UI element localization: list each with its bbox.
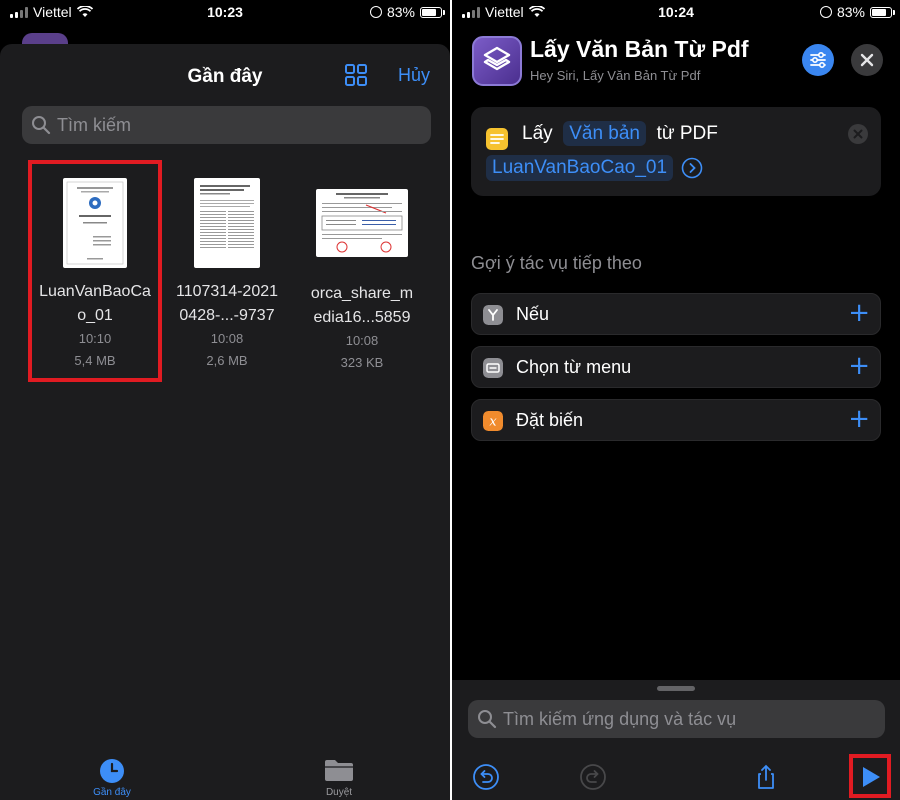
action-line-2: LuanVanBaoCao_01 bbox=[486, 155, 703, 181]
cancel-button[interactable]: Hủy bbox=[398, 65, 430, 86]
suggestion-set-variable[interactable]: x Đặt biến + bbox=[471, 399, 881, 441]
action-line-1: Lấy Văn bản từ PDF bbox=[522, 121, 718, 146]
grid-view-icon[interactable] bbox=[345, 64, 367, 86]
file-size: 2,6 MB bbox=[206, 353, 248, 368]
file-time: 10:08 bbox=[210, 331, 244, 346]
search-field[interactable]: Tìm kiếm bbox=[22, 106, 431, 144]
tab-label: Gần đây bbox=[93, 787, 131, 798]
clock-icon bbox=[100, 759, 124, 783]
file-thumbnail bbox=[316, 189, 408, 257]
menu-icon bbox=[483, 358, 503, 378]
action-verb: Lấy bbox=[522, 123, 553, 144]
search-placeholder: Tìm kiếm bbox=[57, 114, 131, 135]
share-icon bbox=[758, 764, 774, 789]
orientation-lock-icon bbox=[369, 6, 382, 18]
suggestion-if[interactable]: Nếu + bbox=[471, 293, 881, 335]
redo-icon bbox=[580, 764, 606, 790]
suggestion-choose-menu[interactable]: Chọn từ menu + bbox=[471, 346, 881, 388]
search-icon bbox=[32, 116, 51, 135]
status-bar: Viettel 10:24 83% bbox=[452, 0, 900, 26]
suggestion-label: Chọn từ menu bbox=[516, 357, 632, 377]
file-name-line: 1107314-2021 bbox=[175, 283, 279, 300]
battery-group: 83% bbox=[819, 4, 895, 20]
orientation-lock-icon bbox=[819, 6, 832, 18]
shortcut-subtitle: Hey Siri, Lấy Văn Bản Từ Pdf bbox=[530, 68, 701, 83]
selection-highlight-box bbox=[28, 160, 162, 382]
shortcuts-logo-icon bbox=[483, 46, 511, 71]
run-highlight-box bbox=[849, 754, 891, 798]
close-icon bbox=[860, 53, 874, 67]
pdf-source-token[interactable]: LuanVanBaoCao_01 bbox=[486, 155, 674, 181]
svg-text:x: x bbox=[489, 415, 497, 430]
battery-percent: 83% bbox=[836, 4, 865, 20]
actions-search-field[interactable]: Tìm kiếm ứng dụng và tác vụ bbox=[468, 700, 885, 738]
get-text-action-card[interactable]: Lấy Văn bản từ PDF LuanVanBaoCao_01 bbox=[471, 107, 881, 196]
suggestion-label: Đặt biến bbox=[516, 410, 584, 430]
tab-recent[interactable]: Gần đây bbox=[72, 758, 152, 798]
file-time: 10:08 bbox=[345, 333, 379, 348]
editor-toolbar bbox=[452, 754, 900, 800]
sheet-grabber[interactable] bbox=[657, 686, 695, 691]
close-button[interactable] bbox=[851, 44, 883, 76]
share-button[interactable] bbox=[752, 763, 780, 791]
battery-percent: 83% bbox=[386, 4, 415, 20]
file-name-line: 0428-...-9737 bbox=[179, 307, 275, 324]
remove-action-icon[interactable] bbox=[847, 123, 869, 145]
folder-icon bbox=[325, 760, 353, 781]
search-placeholder: Tìm kiếm ứng dụng và tác vụ bbox=[503, 708, 737, 729]
add-suggestion-button[interactable]: + bbox=[848, 351, 870, 381]
text-type-token[interactable]: Văn bản bbox=[563, 121, 646, 146]
shortcut-editor-screen: Viettel 10:24 83% Lấy Văn Bản Từ Pdf Hey… bbox=[452, 0, 900, 800]
files-picker-screen: Viettel 10:23 83% Gần đây Hủy Tìm kiếm L… bbox=[0, 0, 450, 800]
undo-icon bbox=[473, 764, 499, 790]
shortcuts-app-icon[interactable] bbox=[472, 36, 522, 86]
undo-button[interactable] bbox=[472, 763, 500, 791]
file-name: 1107314-2021 0428-...-9737 bbox=[162, 280, 292, 328]
suggestion-label: Nếu bbox=[516, 304, 550, 324]
file-name-line: edia16...5859 bbox=[313, 309, 411, 326]
shortcut-title[interactable]: Lấy Văn Bản Từ Pdf bbox=[530, 36, 749, 63]
redo-button[interactable] bbox=[579, 763, 607, 791]
action-from: từ PDF bbox=[656, 123, 718, 144]
tab-browse[interactable]: Duyệt bbox=[299, 758, 379, 798]
add-suggestion-button[interactable]: + bbox=[848, 298, 870, 328]
file-thumbnail-wrap bbox=[297, 176, 427, 270]
battery-icon bbox=[870, 6, 895, 18]
recent-files-sheet: Gần đây Hủy Tìm kiếm LuanVanBaoCa o_01 1… bbox=[0, 44, 450, 800]
sheet-title: Gần đây bbox=[187, 66, 263, 87]
text-document-icon bbox=[486, 128, 508, 150]
file-thumbnail bbox=[194, 178, 260, 268]
search-icon bbox=[478, 710, 497, 729]
status-bar: Viettel 10:23 83% bbox=[0, 0, 450, 26]
file-item-orca-share-media[interactable]: orca_share_m edia16...5859 10:08 323 KB bbox=[297, 176, 427, 374]
variable-icon: x bbox=[483, 411, 503, 431]
settings-button[interactable] bbox=[802, 44, 834, 76]
suggestions-header: Gợi ý tác vụ tiếp theo bbox=[471, 253, 642, 273]
tab-label: Duyệt bbox=[325, 787, 353, 798]
file-size: 323 KB bbox=[340, 355, 384, 370]
file-name: orca_share_m edia16...5859 bbox=[297, 282, 427, 330]
branch-icon bbox=[483, 305, 503, 325]
chevron-right-circle-icon[interactable] bbox=[681, 157, 703, 179]
file-name-line: orca_share_m bbox=[310, 285, 414, 302]
file-item-1107314[interactable]: 1107314-2021 0428-...-9737 10:08 2,6 MB bbox=[162, 176, 292, 372]
battery-group: 83% bbox=[369, 4, 445, 20]
tab-bar: Gần đây Duyệt bbox=[0, 748, 450, 800]
sliders-icon bbox=[810, 52, 826, 68]
action-search-sheet: Tìm kiếm ứng dụng và tác vụ bbox=[452, 680, 900, 754]
battery-icon bbox=[420, 6, 445, 18]
add-suggestion-button[interactable]: + bbox=[848, 404, 870, 434]
